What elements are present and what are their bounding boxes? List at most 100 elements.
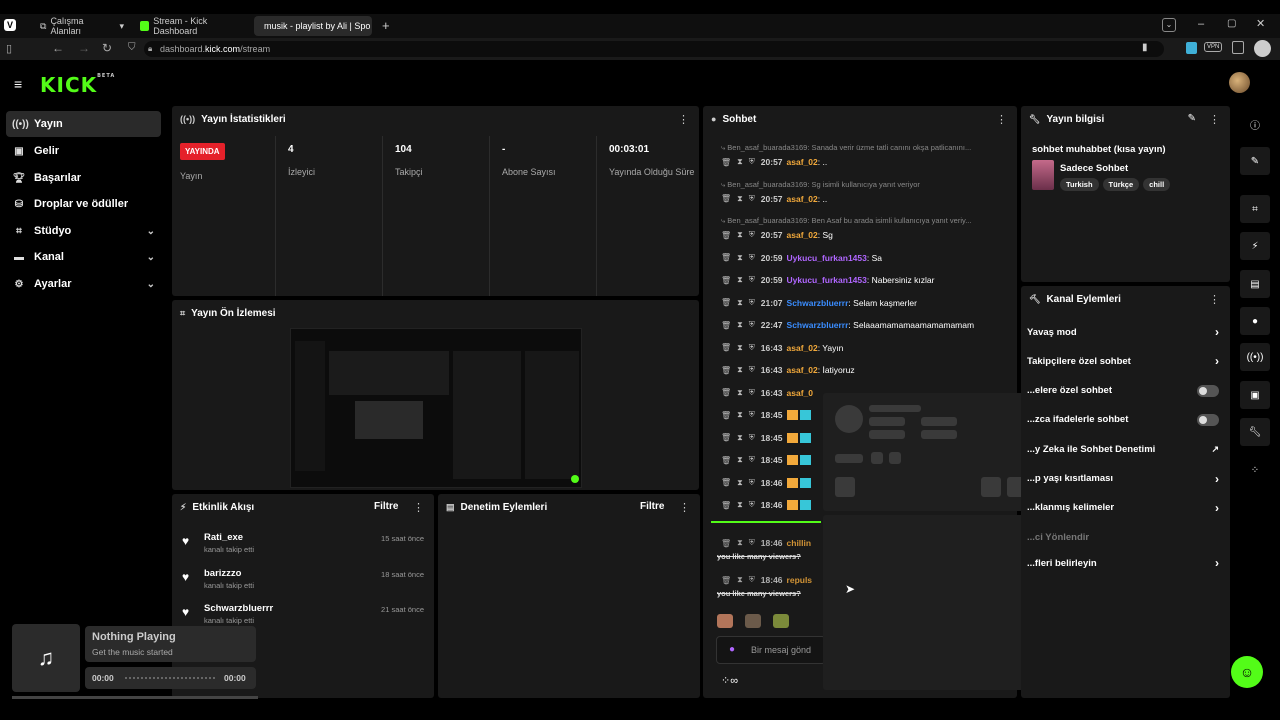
- timeout-icon[interactable]: ⧗: [737, 365, 743, 375]
- delete-icon[interactable]: 🗑︎: [721, 539, 731, 548]
- timeout-icon[interactable]: ⧗: [737, 320, 743, 330]
- channel-action-item[interactable]: ...zca ifadelerle sohbet: [1027, 409, 1227, 431]
- tab-spotify[interactable]: musik - playlist by Ali | Spo: [254, 16, 372, 36]
- ban-icon[interactable]: ⛨: [749, 275, 755, 285]
- tab-workspaces[interactable]: ⧉ Çalışma Alanları ▾: [34, 16, 130, 36]
- delete-icon[interactable]: 🗑︎: [721, 411, 731, 420]
- delete-icon[interactable]: 🗑︎: [721, 253, 731, 262]
- info-icon[interactable]: ⓘ: [1240, 110, 1270, 138]
- bolt-icon[interactable]: ⚡︎: [1240, 232, 1270, 260]
- chat-message[interactable]: 🗑︎ ⧗ ⛨ 18:45: [721, 410, 811, 420]
- category-name[interactable]: Sadece Sohbet: [1060, 163, 1128, 174]
- chat-input[interactable]: ● Bir mesaj gönd: [716, 636, 826, 664]
- notes-icon[interactable]: ▤: [1240, 270, 1270, 298]
- maximize-button[interactable]: ▢: [1227, 18, 1236, 29]
- timeout-icon[interactable]: ⧗: [737, 230, 743, 240]
- vpn-button[interactable]: VPN: [1204, 42, 1223, 52]
- chat-message[interactable]: 🗑︎ ⧗ ⛨ 18:45: [721, 432, 811, 443]
- delete-icon[interactable]: 🗑︎: [721, 194, 731, 203]
- timeout-icon[interactable]: ⧗: [737, 410, 743, 420]
- timeout-icon[interactable]: ⧗: [737, 298, 743, 308]
- chat-message[interactable]: 🗑︎ ⧗ ⛨ 18:46: [721, 500, 811, 510]
- message-user[interactable]: asaf_0: [787, 388, 813, 398]
- ban-icon[interactable]: ⛨: [749, 538, 755, 548]
- channel-action-item[interactable]: ...y Zeka ile Sohbet Denetimi ↗: [1027, 438, 1227, 460]
- chat-message[interactable]: 🗑︎ ⧗ ⛨ 20:59 Uykucu_furkan1453: Nabersiniz k…: [721, 275, 934, 285]
- timeout-icon[interactable]: ⧗: [737, 388, 743, 398]
- chat-message[interactable]: 🗑︎ ⧗ ⛨ 16:43 asaf_0: [721, 388, 813, 398]
- tab-list-button[interactable]: ⌄: [1162, 18, 1176, 32]
- ban-icon[interactable]: ⛨: [749, 433, 755, 443]
- back-icon[interactable]: ←: [52, 41, 64, 55]
- timeout-icon[interactable]: ⧗: [737, 575, 743, 585]
- ban-icon[interactable]: ⛨: [749, 298, 755, 308]
- delete-icon[interactable]: 🗑︎: [721, 576, 731, 585]
- timeout-icon[interactable]: ⧗: [737, 194, 743, 204]
- browser-menu-icon[interactable]: V: [4, 19, 16, 31]
- timeout-icon[interactable]: ⧗: [737, 433, 743, 443]
- toggle-switch[interactable]: [1197, 413, 1219, 426]
- sidebar-item-yayin[interactable]: ((•)) Yayın: [6, 111, 161, 137]
- delete-icon[interactable]: 🗑︎: [721, 321, 731, 330]
- delete-icon[interactable]: 🗑︎: [721, 501, 731, 510]
- support-chat-button[interactable]: ☺: [1231, 656, 1263, 688]
- timeout-icon[interactable]: ⧗: [737, 275, 743, 285]
- tag[interactable]: Turkish: [1060, 178, 1099, 191]
- user-avatar[interactable]: [1229, 72, 1250, 93]
- hamburger-menu-icon[interactable]: ≡: [14, 76, 22, 92]
- chat-message[interactable]: 🗑︎ ⧗ ⛨ 20:57 asaf_02: ..: [721, 157, 827, 167]
- new-tab-button[interactable]: +: [382, 18, 390, 33]
- stream-preview-video[interactable]: [290, 328, 582, 488]
- edit-pencil-icon[interactable]: ✎: [1240, 147, 1270, 175]
- channel-action-item[interactable]: ...fleri belirleyin ›: [1027, 552, 1227, 574]
- ban-icon[interactable]: ⛨: [749, 343, 755, 353]
- channel-action-item[interactable]: ...ci Yönlendir: [1027, 526, 1227, 548]
- extensions-icon[interactable]: [1232, 41, 1244, 54]
- chat-message[interactable]: 🗑︎ ⧗ ⛨ 16:43 asaf_02: İatiyoruz: [721, 365, 855, 375]
- channel-action-item[interactable]: Takipçilere özel sohbet ›: [1027, 350, 1227, 372]
- delete-icon[interactable]: 🗑︎: [721, 366, 731, 375]
- ban-icon[interactable]: ⛨: [749, 253, 755, 263]
- ban-icon[interactable]: ⛨: [749, 157, 755, 167]
- delete-icon[interactable]: 🗑︎: [721, 158, 731, 167]
- more-options-icon[interactable]: ⋮: [679, 501, 690, 514]
- message-user[interactable]: asaf_02: [787, 194, 818, 204]
- chat-message[interactable]: 🗑︎ ⧗ ⛨ 18:46 chillin: [721, 538, 811, 548]
- chat-icon[interactable]: ●: [1240, 307, 1270, 335]
- broadcast-icon[interactable]: ((•)): [1240, 343, 1270, 371]
- timeout-icon[interactable]: ⧗: [737, 538, 743, 548]
- ban-icon[interactable]: ⛨: [749, 410, 755, 420]
- microphone-icon[interactable]: ●: [729, 644, 735, 655]
- message-user[interactable]: Schwarzbluerrr: [787, 298, 849, 308]
- channel-action-item[interactable]: ...p yaşı kısıtlaması ›: [1027, 468, 1227, 490]
- extension-shield-icon[interactable]: [1186, 42, 1197, 54]
- channel-action-item[interactable]: ...klanmış kelimeler ›: [1027, 497, 1227, 519]
- ban-icon[interactable]: ⛨: [749, 388, 755, 398]
- delete-icon[interactable]: 🗑︎: [721, 276, 731, 285]
- chat-message[interactable]: 🗑︎ ⧗ ⛨ 20:57 asaf_02: Sg: [721, 230, 833, 240]
- sidebar-item-ayarlar[interactable]: ⚙ Ayarlar ⌄: [6, 271, 161, 297]
- timeout-icon[interactable]: ⧗: [737, 455, 743, 465]
- chat-message[interactable]: 🗑︎ ⧗ ⛨ 20:59 Uykucu_furkan1453: Sa: [721, 253, 882, 263]
- chat-message[interactable]: 🗑︎ ⧗ ⛨ 22:47 Schwarzbluerrr: Selaaamamamaama…: [721, 320, 974, 330]
- timeout-icon[interactable]: ⧗: [737, 500, 743, 510]
- message-user[interactable]: asaf_02: [787, 157, 818, 167]
- chat-message[interactable]: 🗑︎ ⧗ ⛨ 18:46: [721, 477, 811, 488]
- delete-icon[interactable]: 🗑︎: [721, 478, 731, 487]
- timeout-icon[interactable]: ⧗: [737, 253, 743, 263]
- site-shield-icon[interactable]: ⛉: [128, 42, 136, 53]
- message-user[interactable]: Schwarzbluerrr: [787, 320, 849, 330]
- kick-logo[interactable]: KICKBETA: [40, 73, 115, 97]
- filter-button[interactable]: Filtre: [374, 501, 398, 512]
- more-options-icon[interactable]: ⋮: [1209, 293, 1220, 306]
- sidebar-item-droplar[interactable]: ⛁ Droplar ve ödüller: [6, 191, 161, 217]
- message-user[interactable]: repuls: [787, 575, 813, 585]
- wrench-icon[interactable]: 🔧︎: [1240, 418, 1270, 446]
- forward-icon[interactable]: →: [78, 41, 90, 55]
- message-user[interactable]: Uykucu_furkan1453: [787, 253, 867, 263]
- tag[interactable]: chill: [1143, 178, 1171, 191]
- message-user[interactable]: asaf_02: [787, 365, 818, 375]
- album-art[interactable]: ♫: [12, 624, 80, 692]
- address-bar[interactable]: 🔒︎ dashboard.kick.com/stream: [144, 41, 1164, 57]
- tab-kick-dashboard[interactable]: Stream - Kick Dashboard: [134, 16, 252, 36]
